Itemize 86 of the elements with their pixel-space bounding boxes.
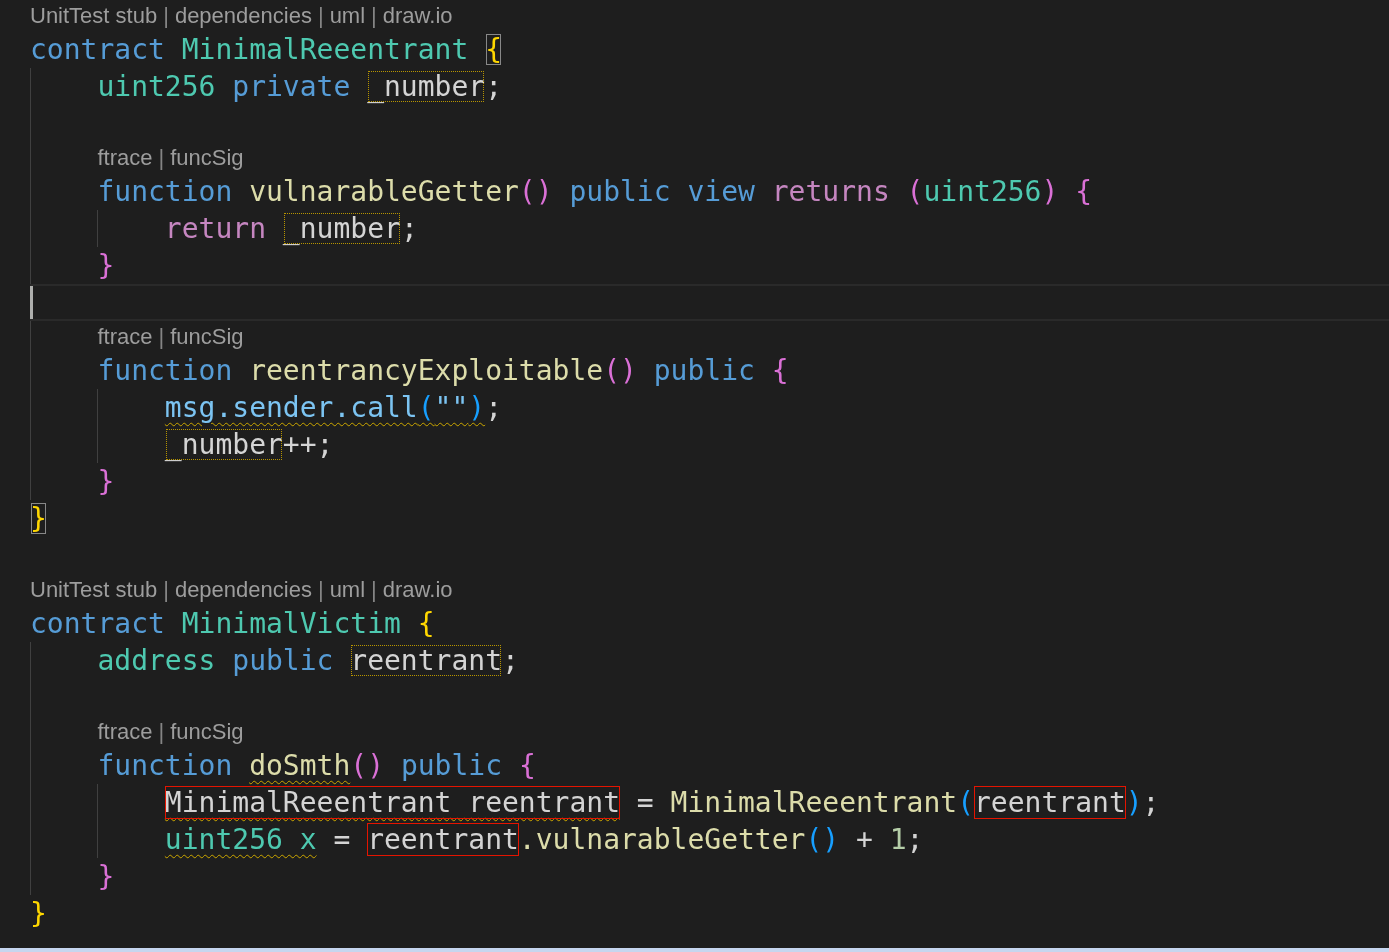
code-token: + — [855, 823, 874, 856]
codelens-link[interactable]: dependencies — [174, 574, 312, 605]
code-token: ; — [400, 212, 418, 245]
code-token: _number — [282, 212, 401, 245]
separator-text: | — [163, 576, 169, 604]
code-token: ; — [485, 70, 502, 103]
code-token: () — [603, 354, 638, 387]
codelens-link[interactable]: funcSig — [170, 716, 244, 747]
code-token: = — [332, 823, 352, 856]
separator-text: | — [158, 323, 165, 351]
codelens-link[interactable]: funcSig — [170, 142, 244, 173]
code-token: function — [97, 175, 234, 208]
code-token: _number — [367, 70, 486, 103]
code-token: ; — [1142, 786, 1160, 819]
code-token: reentrant — [350, 644, 502, 677]
codelens-link[interactable]: ftrace — [97, 321, 153, 352]
code-token: private — [232, 70, 352, 103]
code-token: view — [687, 175, 756, 208]
code-token: _number — [164, 428, 283, 461]
codelens-link[interactable]: ftrace — [97, 142, 153, 173]
codelens-link[interactable]: funcSig — [170, 321, 244, 352]
codelens-link[interactable]: uml — [329, 574, 366, 605]
code-token: uint256 — [923, 175, 1042, 208]
code-token: } — [97, 465, 115, 498]
code-token: ) { — [1041, 175, 1093, 208]
code-token: } — [30, 502, 47, 535]
code-token: { — [518, 749, 536, 782]
code-token: ; — [485, 391, 502, 424]
code-token: public — [400, 749, 504, 782]
code-token: () — [350, 749, 385, 782]
code-token: uint256 x — [164, 823, 317, 856]
code-token: public — [569, 175, 672, 208]
code-token: { — [771, 354, 789, 387]
code-token: MinimalReeentrant reentrant — [164, 786, 620, 819]
code-token: 1 — [889, 823, 907, 856]
code-token: } — [30, 897, 47, 930]
code-token: reentrancyExploitable — [249, 354, 604, 387]
code-token: { — [485, 33, 502, 66]
code-token: } — [97, 860, 115, 893]
code-token: ++; — [282, 428, 334, 461]
code-token: } — [97, 249, 115, 282]
code-token: ( — [957, 786, 974, 819]
code-token: address — [97, 644, 217, 677]
codelens-link[interactable]: draw.io — [382, 0, 453, 31]
codelens-link[interactable]: UnitTest stub — [30, 0, 158, 31]
separator-text: | — [371, 576, 377, 604]
code-token: doSmth — [249, 749, 351, 782]
code-token: ; — [502, 644, 519, 677]
code-token: public — [653, 354, 756, 387]
code-token: ) — [1125, 786, 1143, 819]
code-token: ) — [468, 391, 486, 424]
code-token: ; — [906, 823, 924, 856]
separator-text: | — [371, 2, 377, 30]
code-token: contract — [30, 33, 166, 66]
code-token: = — [635, 786, 655, 819]
code-token: .vulnarableGetter — [518, 823, 806, 856]
code-token: public — [232, 644, 335, 677]
codelens-link[interactable]: UnitTest stub — [30, 574, 158, 605]
separator-text: | — [158, 144, 165, 172]
code-token: () — [518, 175, 554, 208]
code-token: { — [417, 607, 435, 640]
codelens-link[interactable]: dependencies — [174, 0, 312, 31]
separator-text: | — [317, 2, 324, 30]
code-token: MinimalReeentrant — [670, 786, 958, 819]
codelens-link[interactable]: ftrace — [97, 716, 153, 747]
code-token: function — [97, 749, 234, 782]
separator-text: | — [163, 2, 169, 30]
code-token: ( — [906, 175, 924, 208]
code-token: contract — [30, 607, 166, 640]
separator-text: | — [158, 718, 165, 746]
codelens-link[interactable]: uml — [329, 0, 366, 31]
codelens-link[interactable]: draw.io — [382, 574, 453, 605]
code-token: reentrant — [367, 823, 519, 856]
code-token: function — [97, 354, 234, 387]
code-token: return — [164, 212, 267, 245]
code-token: () — [805, 823, 840, 856]
code-token: reentrant — [974, 786, 1126, 819]
code-token: msg.sender.call — [164, 391, 418, 424]
code-token: ( — [417, 391, 435, 424]
code-token: MinimalVictim — [181, 607, 402, 640]
code-token: MinimalReeentrant — [181, 33, 470, 66]
code-token: returns — [771, 175, 891, 208]
separator-text: | — [317, 576, 324, 604]
code-token: uint256 — [97, 70, 217, 103]
code-token: "" — [434, 391, 469, 424]
code-token: vulnarableGetter — [249, 175, 519, 208]
